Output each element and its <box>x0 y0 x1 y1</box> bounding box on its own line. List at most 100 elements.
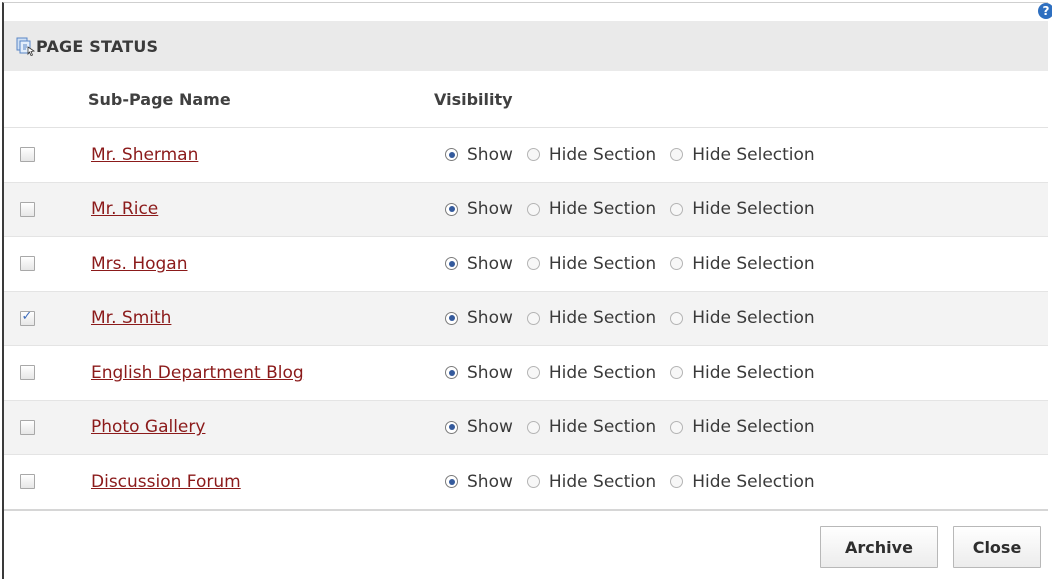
dialog-titlebar: PAGE STATUS <box>4 21 1048 72</box>
radio-button[interactable] <box>526 420 540 434</box>
subpage-link[interactable]: English Department Blog <box>86 363 304 383</box>
radio-button[interactable] <box>526 257 540 271</box>
visibility-option-hide-section[interactable]: Hide Section <box>526 417 657 438</box>
visibility-radio-group: Show Hide Section Hide Selection <box>445 417 829 437</box>
row-select-checkbox[interactable] <box>19 256 35 272</box>
visibility-option-hide-section[interactable]: Hide Section <box>526 199 657 220</box>
radio-label: Hide Selection <box>692 144 815 165</box>
subpage-link[interactable]: Mr. Sherman <box>86 145 198 165</box>
radio-button[interactable] <box>670 148 684 162</box>
visibility-option-hide-section[interactable]: Hide Section <box>526 144 657 165</box>
visibility-option-hide-selection[interactable]: Hide Selection <box>670 145 815 165</box>
row-select-checkbox[interactable] <box>19 201 35 217</box>
radio-button[interactable] <box>526 366 540 380</box>
radio-label: Hide Section <box>548 308 657 329</box>
visibility-option-hide-selection[interactable]: Hide Selection <box>670 417 815 437</box>
visibility-radio-group: Show Hide Section Hide Selection <box>445 472 829 492</box>
visibility-option-hide-selection[interactable]: Hide Selection <box>670 308 815 328</box>
visibility-radio-group: Show Hide Section Hide Selection <box>445 254 829 274</box>
radio-button[interactable] <box>670 311 684 325</box>
table-row: Mr. Smith Show Hide Section Hide Selection <box>4 291 1048 346</box>
row-select-checkbox[interactable] <box>19 147 35 163</box>
visibility-option-hide-selection[interactable]: Hide Selection <box>670 363 815 383</box>
visibility-option-show[interactable]: Show <box>445 308 513 328</box>
visibility-option-show[interactable]: Show <box>445 417 513 437</box>
close-button[interactable]: Close <box>953 526 1041 568</box>
radio-button[interactable] <box>445 202 458 216</box>
radio-label: Show <box>467 199 513 220</box>
page-status-dialog: ? PAGE STATUS Sub-Page Name Visibility M… <box>2 2 1052 580</box>
radio-button[interactable] <box>445 257 458 271</box>
column-header-name: Sub-Page Name <box>88 89 231 109</box>
radio-label: Show <box>467 144 513 165</box>
radio-label: Hide Selection <box>692 308 815 329</box>
radio-button[interactable] <box>445 420 458 434</box>
radio-button[interactable] <box>526 475 540 489</box>
radio-label: Hide Section <box>548 471 657 492</box>
table-row: Mrs. Hogan Show Hide Section Hide Selection <box>4 237 1048 292</box>
visibility-option-hide-selection[interactable]: Hide Selection <box>670 254 815 274</box>
radio-button[interactable] <box>670 420 684 434</box>
visibility-option-show[interactable]: Show <box>445 199 513 219</box>
visibility-option-hide-section[interactable]: Hide Section <box>526 471 657 492</box>
visibility-option-hide-section[interactable]: Hide Section <box>526 362 657 383</box>
table-row: Mr. Rice Show Hide Section Hide Selection <box>4 182 1048 237</box>
table-row: Discussion Forum Show Hide Section Hide Sel… <box>4 455 1048 512</box>
radio-button[interactable] <box>526 148 540 162</box>
radio-button[interactable] <box>445 148 458 162</box>
visibility-radio-group: Show Hide Section Hide Selection <box>445 199 829 219</box>
radio-label: Hide Section <box>548 417 657 438</box>
row-select-checkbox[interactable] <box>19 474 35 490</box>
radio-label: Show <box>467 308 513 329</box>
radio-label: Hide Selection <box>692 362 815 383</box>
pages-icon <box>14 35 36 57</box>
subpage-link[interactable]: Photo Gallery <box>86 417 205 437</box>
subpage-link[interactable]: Mr. Smith <box>86 308 171 328</box>
radio-label: Hide Section <box>548 199 657 220</box>
radio-button[interactable] <box>670 202 684 216</box>
radio-label: Hide Selection <box>692 471 815 492</box>
help-icon[interactable]: ? <box>1038 3 1052 19</box>
radio-label: Hide Section <box>548 362 657 383</box>
visibility-radio-group: Show Hide Section Hide Selection <box>445 363 829 383</box>
radio-button[interactable] <box>670 257 684 271</box>
radio-button[interactable] <box>670 366 684 380</box>
radio-label: Hide Section <box>548 253 657 274</box>
row-select-checkbox[interactable] <box>19 419 35 435</box>
radio-button[interactable] <box>526 202 540 216</box>
dialog-title: PAGE STATUS <box>36 36 159 56</box>
table-row: Mr. Sherman Show Hide Section Hide Selectio… <box>4 128 1048 183</box>
radio-label: Hide Selection <box>692 253 815 274</box>
visibility-option-show[interactable]: Show <box>445 363 513 383</box>
radio-button[interactable] <box>445 366 458 380</box>
radio-label: Hide Selection <box>692 199 815 220</box>
visibility-option-hide-section[interactable]: Hide Section <box>526 253 657 274</box>
radio-button[interactable] <box>445 311 458 325</box>
radio-label: Show <box>467 362 513 383</box>
radio-label: Hide Section <box>548 144 657 165</box>
visibility-option-hide-selection[interactable]: Hide Selection <box>670 199 815 219</box>
visibility-option-show[interactable]: Show <box>445 472 513 492</box>
visibility-option-show[interactable]: Show <box>445 145 513 165</box>
table-header: Sub-Page Name Visibility <box>4 71 1048 128</box>
table-row: Photo Gallery Show Hide Section Hide Select… <box>4 400 1048 455</box>
visibility-radio-group: Show Hide Section Hide Selection <box>445 145 829 165</box>
radio-label: Show <box>467 253 513 274</box>
visibility-option-hide-section[interactable]: Hide Section <box>526 308 657 329</box>
column-header-visibility: Visibility <box>434 89 513 109</box>
radio-button[interactable] <box>670 475 684 489</box>
archive-button[interactable]: Archive <box>820 526 938 568</box>
visibility-option-show[interactable]: Show <box>445 254 513 274</box>
subpage-link[interactable]: Mr. Rice <box>86 199 158 219</box>
row-select-checkbox[interactable] <box>19 365 35 381</box>
subpage-link[interactable]: Discussion Forum <box>86 472 241 492</box>
radio-button[interactable] <box>445 475 458 489</box>
subpage-table: Sub-Page Name Visibility Mr. Sherman Show… <box>4 71 1048 512</box>
visibility-option-hide-selection[interactable]: Hide Selection <box>670 472 815 492</box>
row-select-checkbox[interactable] <box>19 309 35 326</box>
table-row: English Department Blog Show Hide Section H… <box>4 346 1048 401</box>
radio-button[interactable] <box>526 311 540 325</box>
radio-label: Show <box>467 417 513 438</box>
radio-label: Show <box>467 471 513 492</box>
subpage-link[interactable]: Mrs. Hogan <box>86 254 188 274</box>
